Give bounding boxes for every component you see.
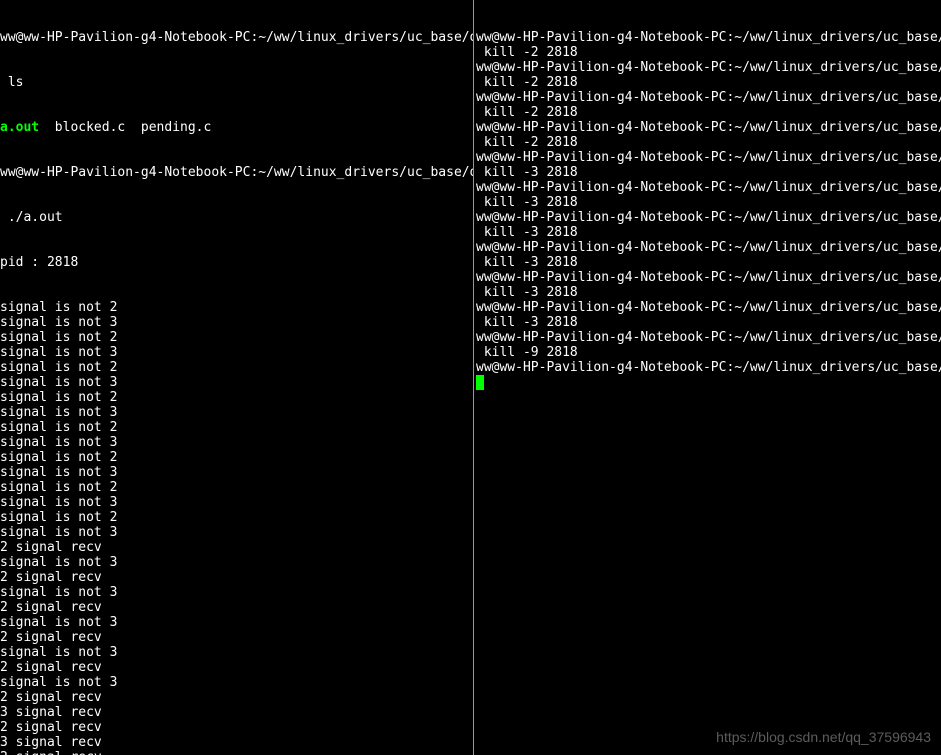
command-output: kill -3 2818: [476, 165, 578, 180]
terminal-line: ww@ww-HP-Pavilion-g4-Notebook-PC:~/ww/li…: [476, 150, 941, 165]
command-output: kill -3 2818: [476, 195, 578, 210]
signal-output-line: 2 signal recv: [0, 720, 473, 735]
terminal-line: ww@ww-HP-Pavilion-g4-Notebook-PC:~/ww/li…: [476, 210, 941, 225]
prompt-line: ww@ww-HP-Pavilion-g4-Notebook-PC:~/ww/li…: [476, 240, 941, 255]
terminal-line: kill -3 2818: [476, 315, 941, 330]
prompt-line: ww@ww-HP-Pavilion-g4-Notebook-PC:~/ww/li…: [476, 300, 941, 315]
prompt-line: ww@ww-HP-Pavilion-g4-Notebook-PC:~/ww/li…: [0, 30, 474, 45]
file-executable: a.out: [0, 120, 39, 135]
signal-output-line: signal is not 3: [0, 495, 473, 510]
command-output: kill -3 2818: [476, 315, 578, 330]
signal-output-line: signal is not 3: [0, 315, 473, 330]
terminal-container: ww@ww-HP-Pavilion-g4-Notebook-PC:~/ww/li…: [0, 0, 941, 755]
terminal-pane-left[interactable]: ww@ww-HP-Pavilion-g4-Notebook-PC:~/ww/li…: [0, 0, 474, 755]
pid-output: pid : 2818: [0, 255, 473, 270]
prompt-line: ww@ww-HP-Pavilion-g4-Notebook-PC:~/ww/li…: [476, 180, 941, 195]
prompt-line: ww@ww-HP-Pavilion-g4-Notebook-PC:~/ww/li…: [476, 30, 941, 45]
signal-output-line: signal is not 2: [0, 330, 473, 345]
signal-output-line: 3 signal recv: [0, 705, 473, 720]
command-output: kill -3 2818: [476, 255, 578, 270]
terminal-line: kill -3 2818: [476, 285, 941, 300]
signal-output-line: signal is not 3: [0, 555, 473, 570]
file-list: blocked.c pending.c: [39, 120, 211, 135]
prompt-line: ww@ww-HP-Pavilion-g4-Notebook-PC:~/ww/li…: [476, 330, 941, 345]
command-output: kill -9 2818: [476, 345, 578, 360]
prompt-line: ww@ww-HP-Pavilion-g4-Notebook-PC:~/ww/li…: [476, 90, 941, 105]
terminal-line: kill -9 2818: [476, 345, 941, 360]
signal-output-line: signal is not 2: [0, 360, 473, 375]
cursor: [476, 375, 484, 390]
command-output: kill -2 2818: [476, 45, 578, 60]
terminal-pane-right[interactable]: ww@ww-HP-Pavilion-g4-Notebook-PC:~/ww/li…: [474, 0, 941, 755]
prompt-line: ww@ww-HP-Pavilion-g4-Notebook-PC:~/ww/li…: [476, 360, 941, 375]
terminal-line: kill -3 2818: [476, 195, 941, 210]
ls-output: a.out blocked.c pending.c: [0, 120, 473, 135]
signal-output-line: signal is not 2: [0, 480, 473, 495]
terminal-line: ww@ww-HP-Pavilion-g4-Notebook-PC:~/ww/li…: [476, 270, 941, 285]
command-output: kill -3 2818: [476, 285, 578, 300]
signal-output-line: 2 signal recv: [0, 630, 473, 645]
command-run: ./a.out: [0, 210, 473, 225]
prompt-line: ww@ww-HP-Pavilion-g4-Notebook-PC:~/ww/li…: [476, 270, 941, 285]
terminal-line: ww@ww-HP-Pavilion-g4-Notebook-PC:~/ww/li…: [476, 360, 941, 375]
signal-output-line: signal is not 3: [0, 645, 473, 660]
signal-output-line: signal is not 3: [0, 615, 473, 630]
signal-output-line: 3 signal recv: [0, 735, 473, 750]
terminal-line: ww@ww-HP-Pavilion-g4-Notebook-PC:~/ww/li…: [476, 180, 941, 195]
command-output: kill -2 2818: [476, 105, 578, 120]
signal-output-line: 2 signal recv: [0, 660, 473, 675]
command-output: kill -3 2818: [476, 225, 578, 240]
signal-output-line: signal is not 2: [0, 390, 473, 405]
terminal-line: ww@ww-HP-Pavilion-g4-Notebook-PC:~/ww/li…: [476, 90, 941, 105]
terminal-line: kill -3 2818: [476, 255, 941, 270]
terminal-line: ww@ww-HP-Pavilion-g4-Notebook-PC:~/ww/li…: [476, 300, 941, 315]
terminal-line: kill -3 2818: [476, 165, 941, 180]
terminal-line: ww@ww-HP-Pavilion-g4-Notebook-PC:~/ww/li…: [476, 120, 941, 135]
signal-output-line: signal is not 3: [0, 585, 473, 600]
signal-output-line: signal is not 3: [0, 465, 473, 480]
terminal-line: ww@ww-HP-Pavilion-g4-Notebook-PC:~/ww/li…: [476, 240, 941, 255]
signal-output-line: signal is not 3: [0, 525, 473, 540]
prompt-line: ww@ww-HP-Pavilion-g4-Notebook-PC:~/ww/li…: [476, 120, 941, 135]
prompt-line: ww@ww-HP-Pavilion-g4-Notebook-PC:~/ww/li…: [476, 150, 941, 165]
terminal-line: kill -2 2818: [476, 45, 941, 60]
prompt-line: ww@ww-HP-Pavilion-g4-Notebook-PC:~/ww/li…: [476, 60, 941, 75]
signal-output-line: 2 signal recv: [0, 750, 473, 755]
signal-output-line: signal is not 3: [0, 375, 473, 390]
terminal-line: kill -2 2818: [476, 105, 941, 120]
signal-output-line: signal is not 3: [0, 675, 473, 690]
terminal-line: ww@ww-HP-Pavilion-g4-Notebook-PC:~/ww/li…: [476, 330, 941, 345]
signal-output-line: signal is not 2: [0, 450, 473, 465]
prompt-line: ww@ww-HP-Pavilion-g4-Notebook-PC:~/ww/li…: [476, 210, 941, 225]
terminal-line: kill -3 2818: [476, 225, 941, 240]
watermark-text: https://blog.csdn.net/qq_37596943: [716, 730, 931, 745]
terminal-line: kill -2 2818: [476, 75, 941, 90]
command-output: kill -2 2818: [476, 75, 578, 90]
signal-output-line: 2 signal recv: [0, 690, 473, 705]
signal-output-line: signal is not 3: [0, 405, 473, 420]
prompt-line: ww@ww-HP-Pavilion-g4-Notebook-PC:~/ww/li…: [0, 165, 474, 180]
signal-output-line: 2 signal recv: [0, 600, 473, 615]
signal-output-line: signal is not 3: [0, 345, 473, 360]
signal-output-line: 2 signal recv: [0, 540, 473, 555]
signal-output-line: signal is not 2: [0, 420, 473, 435]
terminal-line: kill -2 2818: [476, 135, 941, 150]
terminal-line: ww@ww-HP-Pavilion-g4-Notebook-PC:~/ww/li…: [476, 60, 941, 75]
command-ls: ls: [0, 75, 473, 90]
signal-output-line: 2 signal recv: [0, 570, 473, 585]
command-output: kill -2 2818: [476, 135, 578, 150]
signal-output-line: signal is not 2: [0, 300, 473, 315]
terminal-line: ww@ww-HP-Pavilion-g4-Notebook-PC:~/ww/li…: [476, 30, 941, 45]
signal-output-line: signal is not 3: [0, 435, 473, 450]
signal-output-line: signal is not 2: [0, 510, 473, 525]
